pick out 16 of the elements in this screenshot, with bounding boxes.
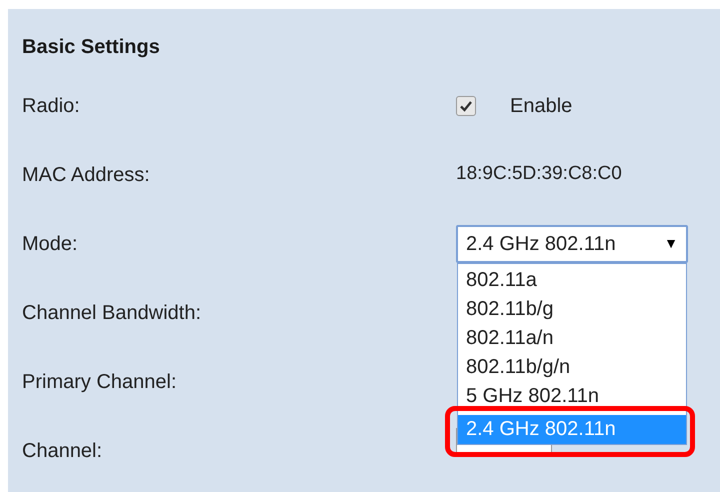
dropdown-option[interactable]: 802.11a (458, 266, 686, 294)
dropdown-option[interactable]: 5 GHz 802.11n (458, 382, 686, 410)
field-value: 18:9C:5D:39:C8:C0 (456, 162, 622, 186)
field-label: Mode: (22, 232, 79, 256)
section-title: Basic Settings (22, 35, 161, 60)
field-label: Channel: (22, 438, 104, 464)
field-label: Primary Channel: (22, 370, 178, 394)
dropdown-option[interactable]: 802.11b/g/n (458, 352, 686, 382)
field-label: Radio: (22, 94, 81, 118)
checkbox-label: Enable (510, 94, 572, 118)
mode-dropdown[interactable]: 2.4 GHz 802.11n ▼ (456, 224, 688, 262)
dropdown-option[interactable]: 802.11b/g (458, 294, 686, 324)
caret-icon: ▼ (664, 233, 678, 254)
dropdown-option[interactable]: 802.11a/n (458, 324, 686, 352)
field-label: MAC Address: (22, 162, 151, 188)
field-label: Channel Bandwidth: (22, 300, 202, 326)
